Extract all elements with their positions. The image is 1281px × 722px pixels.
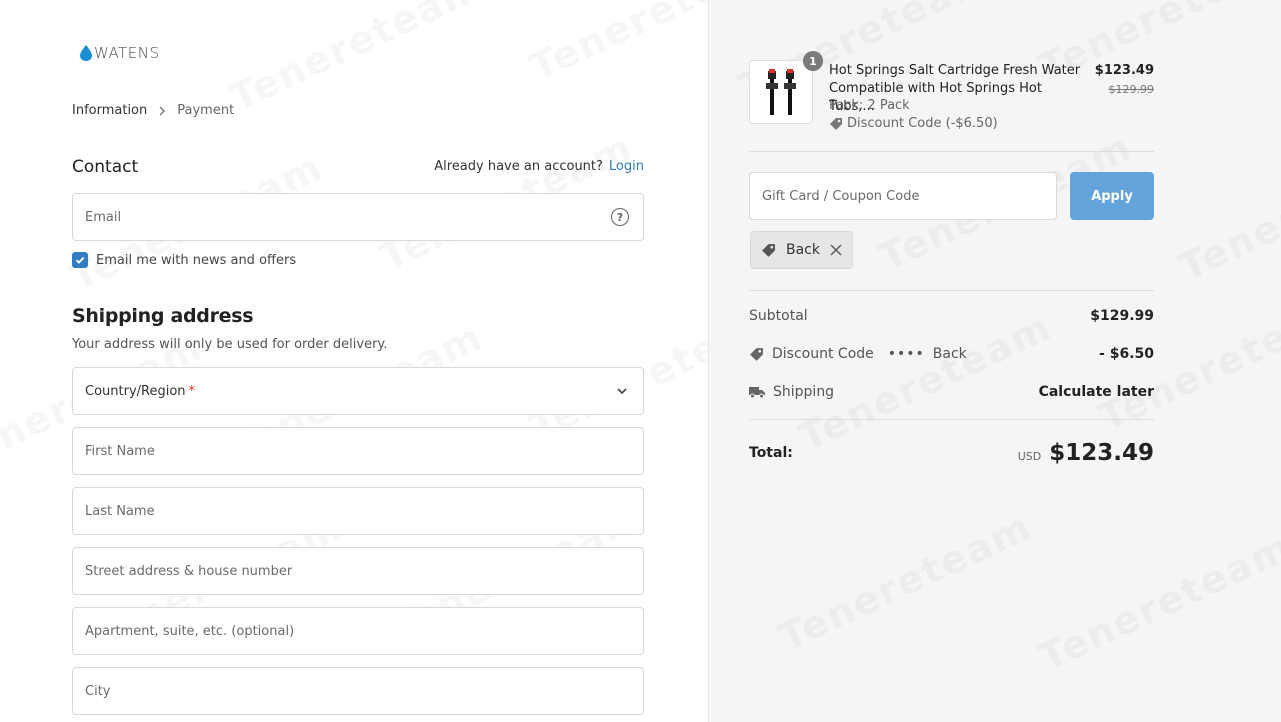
quantity-badge: 1 — [803, 51, 823, 71]
last-name-input[interactable] — [85, 503, 631, 519]
product-image — [766, 69, 796, 115]
applied-code-text: Back — [786, 242, 820, 258]
checkmark-icon — [75, 256, 85, 264]
discount-value: - $6.50 — [1099, 346, 1154, 362]
discount-dots: •••• — [887, 346, 925, 362]
street-field[interactable] — [72, 547, 644, 595]
close-icon[interactable] — [830, 244, 842, 256]
apartment-field[interactable] — [72, 607, 644, 655]
shipping-value: Calculate later — [1038, 384, 1154, 400]
chevron-right-icon — [159, 106, 166, 115]
help-icon[interactable]: ? — [611, 208, 629, 226]
contact-title: Contact — [72, 157, 139, 177]
city-input[interactable] — [85, 683, 631, 699]
discount-row: Discount Code •••• Back - $6.50 — [749, 346, 1154, 362]
total-value: $123.49 — [1049, 440, 1154, 466]
brand-logo[interactable]: WATENS — [80, 44, 160, 62]
total-row: Total: USD $123.49 — [749, 440, 1154, 466]
city-field[interactable] — [72, 667, 644, 715]
order-summary-panel: Tenereteam Tenereteam Tenereteam Teneret… — [708, 0, 1281, 722]
account-prompt-text: Already have an account? — [434, 159, 603, 174]
product-discount-text: Discount Code (-$6.50) — [847, 116, 998, 131]
shipping-subtitle: Your address will only be used for order… — [72, 337, 388, 352]
subtotal-label: Subtotal — [749, 308, 808, 324]
coupon-field[interactable] — [749, 172, 1057, 220]
total-amount: USD $123.49 — [1018, 440, 1154, 466]
coupon-input[interactable] — [762, 188, 1044, 204]
discount-label: Discount Code — [772, 346, 874, 362]
breadcrumb: Information Payment — [72, 103, 234, 118]
first-name-input[interactable] — [85, 443, 631, 459]
required-mark: * — [188, 383, 196, 399]
account-prompt: Already have an account? Login — [434, 159, 644, 174]
tag-icon — [762, 243, 775, 257]
newsletter-label: Email me with news and offers — [96, 252, 297, 268]
chevron-down-icon — [617, 388, 627, 395]
divider — [749, 419, 1154, 420]
country-label: Country/Region — [85, 383, 186, 399]
email-field[interactable]: ? — [72, 193, 644, 241]
email-input[interactable] — [85, 209, 631, 225]
apartment-input[interactable] — [85, 623, 631, 639]
last-name-field[interactable] — [72, 487, 644, 535]
first-name-field[interactable] — [72, 427, 644, 475]
newsletter-option[interactable]: Email me with news and offers — [72, 252, 296, 268]
street-input[interactable] — [85, 563, 631, 579]
truck-icon — [749, 387, 765, 399]
shipping-row: Shipping Calculate later — [749, 384, 1154, 400]
divider — [749, 290, 1154, 291]
subtotal-row: Subtotal $129.99 — [749, 308, 1154, 324]
breadcrumb-information[interactable]: Information — [72, 103, 147, 118]
divider — [749, 151, 1154, 152]
country-select[interactable]: Country/Region * — [72, 367, 644, 415]
product-compare-price: $129.99 — [1108, 83, 1155, 96]
subtotal-value: $129.99 — [1090, 308, 1154, 324]
discount-label-group: Discount Code •••• Back — [749, 346, 967, 362]
shipping-label: Shipping — [773, 384, 835, 400]
discount-code: Back — [932, 346, 967, 362]
total-label: Total: — [749, 445, 793, 461]
logo-text: WATENS — [94, 44, 160, 62]
tag-icon — [750, 347, 763, 361]
product-thumbnail — [749, 60, 813, 124]
currency-code: USD — [1017, 450, 1042, 463]
applied-code-chip: Back — [750, 231, 853, 269]
shipping-label-group: Shipping — [749, 384, 834, 400]
water-drop-icon — [80, 45, 92, 61]
login-link[interactable]: Login — [609, 159, 644, 174]
tag-icon — [830, 117, 842, 130]
product-variant: Pack: 2 Pack — [829, 98, 910, 113]
newsletter-checkbox[interactable] — [72, 252, 88, 268]
checkout-form-panel: Tenereteam Tenereteam Tenereteam Teneret… — [0, 0, 708, 722]
breadcrumb-payment[interactable]: Payment — [177, 103, 234, 118]
cart-item: 1 Hot Springs Salt Cartridge Fresh Water… — [749, 51, 1155, 131]
product-discount: Discount Code (-$6.50) — [829, 116, 998, 131]
shipping-title: Shipping address — [72, 305, 254, 327]
apply-button[interactable]: Apply — [1070, 172, 1154, 220]
product-price: $123.49 — [1094, 63, 1154, 78]
